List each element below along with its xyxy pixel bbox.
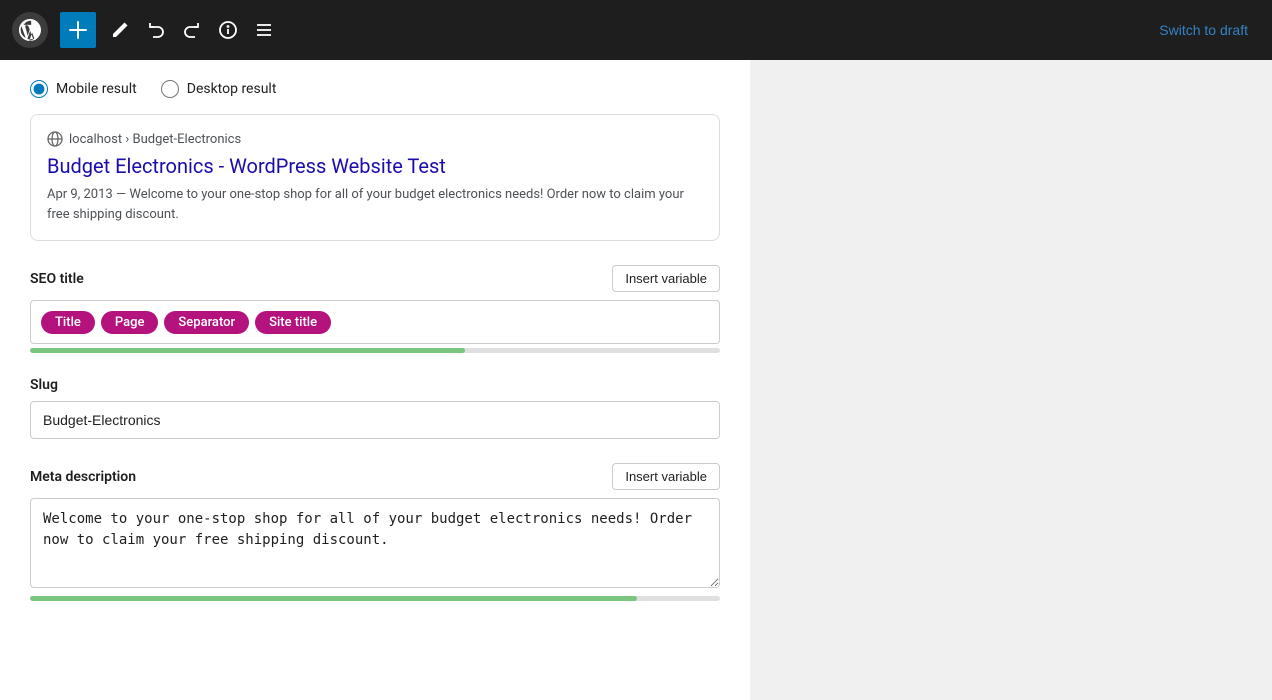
slug-section: Slug — [30, 377, 720, 439]
seo-title-progress-bar — [30, 348, 720, 353]
meta-description-textarea[interactable] — [30, 498, 720, 588]
slug-header: Slug — [30, 377, 720, 393]
preview-meta: Apr 9, 2013 — Welcome to your one-stop s… — [47, 185, 703, 224]
redo-button[interactable] — [176, 14, 208, 46]
seo-title-section: SEO title Insert variable Title Page Sep… — [30, 265, 720, 353]
switch-to-draft-button[interactable]: Switch to draft — [1147, 14, 1260, 46]
preview-breadcrumb: localhost › Budget-Electronics — [47, 131, 703, 147]
list-view-button[interactable] — [248, 14, 280, 46]
mobile-result-option[interactable]: Mobile result — [30, 80, 137, 98]
seo-title-insert-variable-button[interactable]: Insert variable — [612, 265, 720, 292]
tag-page[interactable]: Page — [101, 311, 159, 334]
right-panel — [750, 60, 1272, 700]
preview-date: Apr 9, 2013 — [47, 187, 113, 202]
seo-title-label: SEO title — [30, 271, 84, 287]
mobile-result-radio[interactable] — [30, 80, 48, 98]
add-button[interactable] — [60, 12, 96, 48]
tag-title[interactable]: Title — [41, 311, 95, 334]
seo-title-header: SEO title Insert variable — [30, 265, 720, 292]
meta-description-header: Meta description Insert variable — [30, 463, 720, 490]
meta-description-insert-variable-button[interactable]: Insert variable — [612, 463, 720, 490]
meta-description-section: Meta description Insert variable — [30, 463, 720, 601]
tag-site-title[interactable]: Site title — [255, 311, 331, 334]
info-button[interactable] — [212, 14, 244, 46]
desktop-result-radio[interactable] — [161, 80, 179, 98]
desktop-result-label: Desktop result — [187, 81, 277, 97]
edit-button[interactable] — [104, 14, 136, 46]
meta-description-label: Meta description — [30, 469, 136, 485]
result-type-selector: Mobile result Desktop result — [30, 80, 720, 98]
slug-label: Slug — [30, 377, 58, 393]
meta-description-progress-bar — [30, 596, 720, 601]
search-preview-card: localhost › Budget-Electronics Budget El… — [30, 114, 720, 241]
mobile-result-label: Mobile result — [56, 81, 137, 97]
toolbar-actions — [60, 12, 1147, 48]
toolbar: Switch to draft — [0, 0, 1272, 60]
editor-area: Mobile result Desktop result localhost ›… — [0, 60, 750, 700]
preview-breadcrumb-text: localhost › Budget-Electronics — [69, 132, 241, 147]
meta-description-progress-fill — [30, 596, 637, 601]
seo-title-field[interactable]: Title Page Separator Site title — [30, 300, 720, 344]
main-content: Mobile result Desktop result localhost ›… — [0, 60, 1272, 700]
wp-logo — [12, 12, 48, 48]
preview-title[interactable]: Budget Electronics - WordPress Website T… — [47, 153, 703, 179]
seo-title-progress-fill — [30, 348, 465, 353]
tag-separator[interactable]: Separator — [164, 311, 249, 334]
undo-button[interactable] — [140, 14, 172, 46]
globe-icon — [47, 131, 63, 147]
desktop-result-option[interactable]: Desktop result — [161, 80, 277, 98]
slug-input[interactable] — [30, 401, 720, 439]
preview-description: Welcome to your one-stop shop for all of… — [47, 187, 684, 222]
